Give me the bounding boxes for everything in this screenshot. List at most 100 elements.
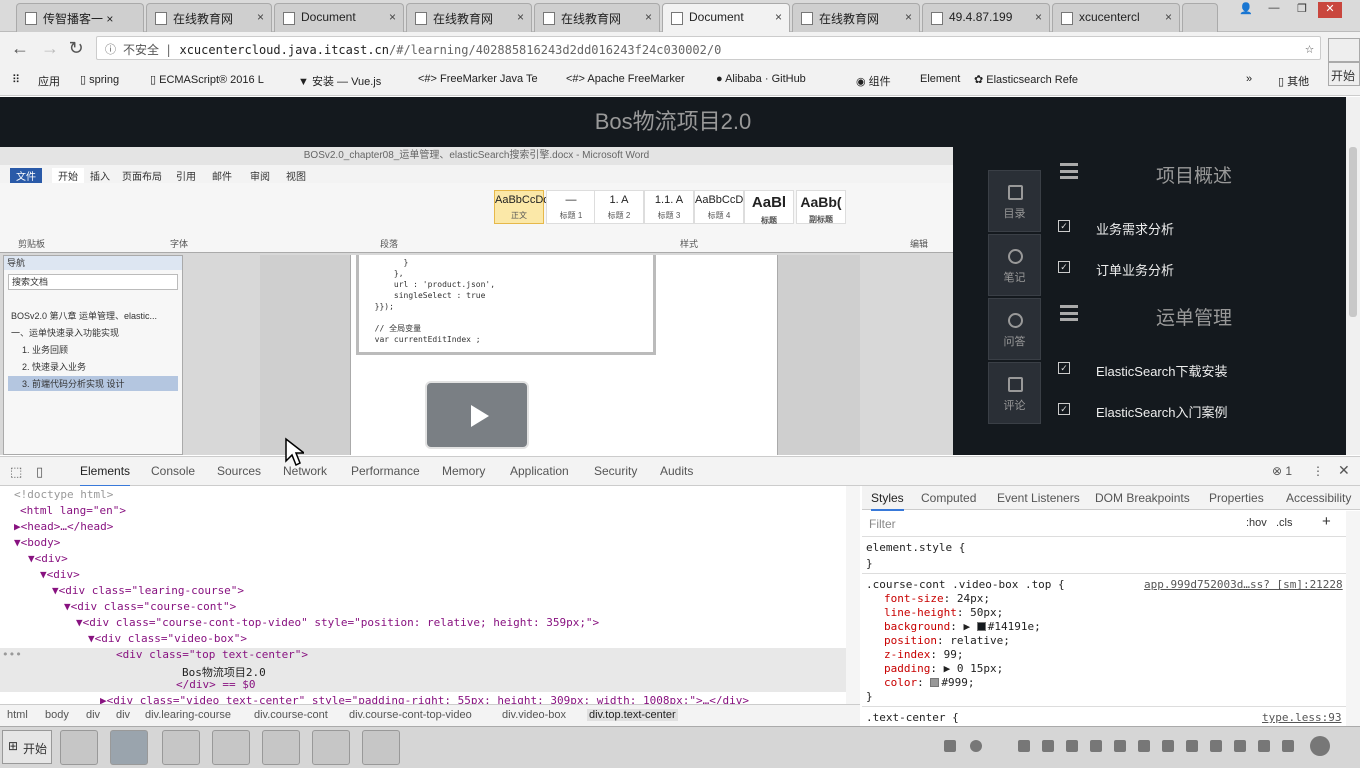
chrome-icon[interactable] (110, 730, 148, 765)
minimize-icon[interactable]: — (1262, 2, 1286, 18)
tab-memory[interactable]: Memory (442, 464, 485, 478)
tray-icon[interactable] (1018, 740, 1030, 752)
taskbar-app[interactable] (212, 730, 250, 765)
dom-node[interactable]: ▼<body> (14, 536, 60, 549)
crumb-item[interactable]: div.course-cont (254, 709, 328, 721)
styles-scrollbar[interactable] (1346, 511, 1360, 726)
play-button[interactable] (425, 381, 529, 449)
crumb-item[interactable]: div.learing-course (145, 709, 231, 721)
rule-source-link[interactable]: app.999d752003d…ss? [sm]:21228 (1144, 578, 1343, 591)
tab-security[interactable]: Security (594, 464, 637, 478)
dom-node[interactable]: <html lang="en"> (20, 504, 126, 517)
color-swatch[interactable] (976, 622, 986, 631)
tab-dom-breakpoints[interactable]: DOM Breakpoints (1095, 491, 1190, 505)
taskbar-app[interactable] (262, 730, 300, 765)
bookmark-components[interactable]: ◉ 组件 (856, 73, 891, 89)
browser-tab-active[interactable]: Document × (662, 3, 790, 33)
css-property[interactable]: color: #999; (884, 676, 975, 689)
taskbar-app[interactable] (312, 730, 350, 765)
close-icon[interactable]: × (645, 10, 652, 24)
browser-tab[interactable]: 在线教育网 × (534, 3, 660, 32)
crumb-item[interactable]: div.video-box (502, 709, 566, 721)
restore-icon[interactable]: ❐ (1290, 2, 1314, 18)
user-icon[interactable]: 👤 (1234, 2, 1258, 18)
back-icon[interactable]: ← (10, 38, 30, 59)
tray-icon[interactable] (1114, 740, 1126, 752)
error-icon[interactable]: ⊗ 1 (1272, 464, 1292, 478)
close-icon[interactable]: × (1035, 10, 1042, 24)
tray-icon[interactable] (1234, 740, 1246, 752)
browser-tab[interactable]: Document × (274, 3, 404, 32)
start-button[interactable]: ⊞ 开始 (2, 730, 52, 764)
dom-node[interactable]: ▼<div class="learing-course"> (52, 584, 244, 597)
tray-icon[interactable] (1210, 740, 1222, 752)
css-property[interactable]: line-height: 50px; (884, 606, 1003, 619)
css-property[interactable]: z-index: 99; (884, 648, 963, 661)
device-toggle-icon[interactable]: ▯ (36, 464, 43, 480)
tab-accessibility[interactable]: Accessibility (1286, 491, 1351, 505)
dom-node[interactable]: ▼<div class="course-cont"> (64, 600, 236, 613)
tray-icon[interactable] (944, 740, 956, 752)
crumb-item[interactable]: html (7, 709, 28, 721)
css-property[interactable]: padding: ▶ 0 15px; (884, 662, 1003, 675)
apps-icon[interactable]: ⠿ (12, 73, 20, 86)
close-devtools-icon[interactable]: ✕ (1338, 462, 1350, 479)
tab-performance[interactable]: Performance (351, 464, 420, 478)
tray-icon[interactable] (1310, 736, 1330, 756)
tray-icon[interactable] (1066, 740, 1078, 752)
tray-icon[interactable] (1162, 740, 1174, 752)
cls-toggle[interactable]: .cls (1276, 517, 1293, 529)
forward-icon[interactable]: → (40, 38, 60, 59)
color-swatch[interactable] (930, 678, 940, 687)
bookmark-ecmascript[interactable]: ▯ ECMAScript® 2016 L (150, 73, 264, 86)
add-rule-icon[interactable]: + (1322, 513, 1331, 530)
crumb-item[interactable]: div (86, 709, 100, 721)
taskbar-app[interactable] (60, 730, 98, 765)
taskbar-app[interactable] (162, 730, 200, 765)
bookmark-spring[interactable]: ▯ spring (80, 73, 119, 86)
more-icon[interactable]: ⋮ (1312, 464, 1324, 478)
tab-application[interactable]: Application (510, 464, 569, 478)
tab-audits[interactable]: Audits (660, 464, 693, 478)
close-window-icon[interactable]: ✕ (1318, 2, 1342, 18)
styles-filter-input[interactable]: Filter :hov .cls + (862, 511, 1360, 537)
bookmark-element[interactable]: Element (920, 73, 960, 85)
bookmark-elasticsearch[interactable]: ✿ Elasticsearch Refe (974, 73, 1078, 86)
new-tab-button[interactable] (1182, 3, 1218, 32)
start-overlay-button[interactable]: 开始 (1328, 62, 1360, 86)
dom-node[interactable]: ▼<div class="video-box"> (88, 632, 247, 645)
browser-tab[interactable]: 在线教育网 × (146, 3, 272, 32)
lesson-item[interactable]: ✓ 业务需求分析 (1058, 219, 1278, 237)
crumb-item-active[interactable]: div.top.text-center (587, 709, 678, 721)
bookmark-freemarker[interactable]: <#> FreeMarker Java Te (418, 73, 538, 85)
tab-console[interactable]: Console (151, 464, 195, 478)
hov-toggle[interactable]: :hov (1246, 517, 1267, 529)
bluetooth-icon[interactable] (1186, 740, 1198, 752)
catalog-button[interactable]: 目录 (988, 170, 1041, 232)
tab-sources[interactable]: Sources (217, 464, 261, 478)
dom-node[interactable]: </div> == $0 (176, 678, 255, 691)
dom-node[interactable]: ▼<div> (28, 552, 68, 565)
taskbar-app[interactable] (362, 730, 400, 765)
close-icon[interactable]: × (905, 10, 912, 24)
browser-tab[interactable]: 在线教育网 × (406, 3, 532, 32)
tab-elements[interactable]: Elements (80, 464, 131, 487)
bookmark-apache-freemarker[interactable]: <#> Apache FreeMarker (566, 73, 685, 85)
dom-node[interactable]: ▶<head>…</head> (14, 520, 113, 533)
comment-button[interactable]: 评论 (988, 362, 1041, 424)
tab-properties[interactable]: Properties (1209, 491, 1264, 505)
bookmark-apps[interactable]: 应用 (38, 73, 60, 89)
reload-icon[interactable]: ↻ (66, 38, 86, 59)
dom-node[interactable]: <!doctype html> (14, 488, 113, 501)
inspect-icon[interactable]: ⬚ (10, 464, 22, 480)
css-property[interactable]: position: relative; (884, 634, 1010, 647)
lesson-item[interactable]: ✓ ElasticSearch下载安装 (1058, 361, 1298, 379)
rule-source-link[interactable]: type.less:93 (1262, 711, 1341, 724)
css-property[interactable]: background: ▶ #14191e; (884, 620, 1041, 633)
tray-icon[interactable] (1138, 740, 1150, 752)
network-icon[interactable] (1282, 740, 1294, 752)
dom-node-selected[interactable]: <div class="top text-center"> (116, 648, 308, 661)
css-property[interactable]: font-size: 24px; (884, 592, 990, 605)
bookmark-github[interactable]: ● Alibaba · GitHub (716, 73, 806, 85)
star-icon[interactable]: ☆ (1305, 39, 1314, 57)
